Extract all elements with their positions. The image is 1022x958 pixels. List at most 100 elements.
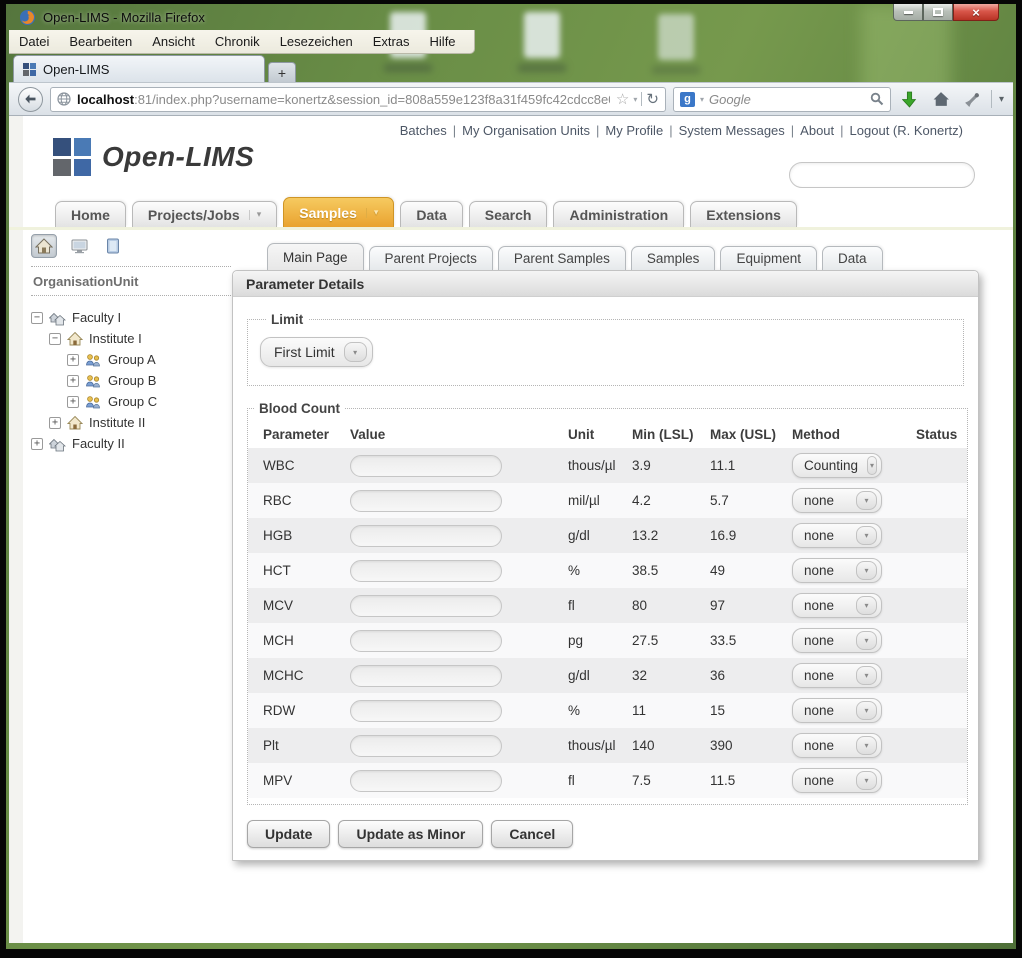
tab-parent-samples[interactable]: Parent Samples (498, 246, 626, 270)
chevron-down-icon[interactable]: ▾ (867, 456, 877, 475)
link-my-profile[interactable]: My Profile (605, 123, 663, 138)
bookmark-caret-icon[interactable]: ▾ (633, 95, 637, 104)
chevron-down-icon[interactable]: ▾ (249, 210, 262, 220)
limit-select[interactable]: First Limit ▾ (260, 337, 373, 367)
tree-item-group-c[interactable]: + Group C (67, 391, 231, 412)
browser-search-bar[interactable]: g ▾ (673, 87, 891, 112)
tab-main-page[interactable]: Main Page (267, 243, 364, 270)
site-search-input[interactable] (790, 163, 975, 187)
expand-toggle[interactable]: + (67, 396, 79, 408)
tree-item-group-b[interactable]: + Group B (67, 370, 231, 391)
menu-hilfe[interactable]: Hilfe (430, 34, 456, 49)
value-input-rdw[interactable] (350, 700, 502, 722)
browser-search-input[interactable] (709, 92, 865, 107)
value-input-wbc[interactable] (350, 455, 502, 477)
link-batches[interactable]: Batches (400, 123, 447, 138)
chevron-down-icon[interactable]: ▾ (366, 208, 379, 218)
collapse-toggle[interactable]: − (31, 312, 43, 324)
value-input-mchc[interactable] (350, 665, 502, 687)
value-input-mch[interactable] (350, 630, 502, 652)
method-select-mchc[interactable]: none▾ (792, 663, 882, 688)
chevron-down-icon[interactable]: ▾ (856, 561, 877, 580)
new-tab-button[interactable]: + (268, 62, 296, 82)
reload-icon[interactable]: ↻ (646, 90, 659, 108)
expand-toggle[interactable]: + (67, 354, 79, 366)
collapse-toggle[interactable]: − (49, 333, 61, 345)
link-about[interactable]: About (800, 123, 834, 138)
search-engine-caret-icon[interactable]: ▾ (700, 95, 704, 104)
minimize-button[interactable] (893, 4, 923, 21)
tab-projects-jobs[interactable]: Projects/Jobs▾ (132, 201, 277, 227)
method-select-hgb[interactable]: none▾ (792, 523, 882, 548)
value-input-plt[interactable] (350, 735, 502, 757)
link-logout[interactable]: Logout (R. Konertz) (850, 123, 963, 138)
bookmark-star-icon[interactable]: ☆ (616, 90, 629, 108)
home-view-button[interactable] (31, 234, 57, 258)
tab-extensions[interactable]: Extensions (690, 201, 797, 227)
method-select-mcv[interactable]: none▾ (792, 593, 882, 618)
update-as-minor-button[interactable]: Update as Minor (338, 820, 483, 848)
tab-data[interactable]: Data (400, 201, 462, 227)
tab-equipment[interactable]: Equipment (720, 246, 817, 270)
tree-item-institute-2[interactable]: + Institute II (49, 412, 231, 433)
downloads-icon[interactable] (898, 87, 922, 111)
tab-samples[interactable]: Samples▾ (283, 197, 394, 227)
expand-toggle[interactable]: + (67, 375, 79, 387)
home-icon[interactable] (929, 87, 953, 111)
tab-data[interactable]: Data (822, 246, 883, 270)
chevron-down-icon[interactable]: ▾ (856, 771, 877, 790)
tab-parent-projects[interactable]: Parent Projects (369, 246, 493, 270)
value-input-mpv[interactable] (350, 770, 502, 792)
cancel-button[interactable]: Cancel (491, 820, 573, 848)
update-button[interactable]: Update (247, 820, 330, 848)
chevron-down-icon[interactable]: ▾ (856, 631, 877, 650)
method-select-mch[interactable]: none▾ (792, 628, 882, 653)
expand-toggle[interactable]: + (31, 438, 43, 450)
close-button[interactable]: × (953, 4, 999, 21)
method-select-rbc[interactable]: none▾ (792, 488, 882, 513)
link-my-organisation-units[interactable]: My Organisation Units (462, 123, 590, 138)
method-select-wbc[interactable]: Counting▾ (792, 453, 882, 478)
browser-tab-open-lims[interactable]: Open-LIMS (13, 55, 265, 82)
value-input-hct[interactable] (350, 560, 502, 582)
maximize-button[interactable] (923, 4, 953, 21)
toolbar-overflow-caret-icon[interactable]: ▾ (999, 94, 1004, 105)
desktop-view-button[interactable] (68, 236, 92, 257)
method-select-hct[interactable]: none▾ (792, 558, 882, 583)
globe-icon (57, 92, 71, 106)
back-button[interactable] (18, 87, 43, 112)
method-select-rdw[interactable]: none▾ (792, 698, 882, 723)
tab-search[interactable]: Search (469, 201, 548, 227)
tree-item-faculty-1[interactable]: − Faculty I (31, 307, 231, 328)
menu-chronik[interactable]: Chronik (215, 34, 260, 49)
value-input-mcv[interactable] (350, 595, 502, 617)
tab-administration[interactable]: Administration (553, 201, 684, 227)
menu-ansicht[interactable]: Ansicht (152, 34, 195, 49)
menu-datei[interactable]: Datei (19, 34, 49, 49)
chevron-down-icon[interactable]: ▾ (856, 666, 877, 685)
tree-item-institute-1[interactable]: − Institute I (49, 328, 231, 349)
chevron-down-icon[interactable]: ▾ (856, 701, 877, 720)
method-select-mpv[interactable]: none▾ (792, 768, 882, 793)
search-icon[interactable] (870, 92, 884, 106)
menu-extras[interactable]: Extras (373, 34, 410, 49)
method-select-plt[interactable]: none▾ (792, 733, 882, 758)
url-bar[interactable]: localhost:81/index.php?username=konertz&… (50, 87, 666, 112)
menu-bearbeiten[interactable]: Bearbeiten (69, 34, 132, 49)
value-input-rbc[interactable] (350, 490, 502, 512)
chevron-down-icon[interactable]: ▾ (856, 736, 877, 755)
link-system-messages[interactable]: System Messages (679, 123, 785, 138)
tab-home[interactable]: Home (55, 201, 126, 227)
chevron-down-icon[interactable]: ▾ (856, 526, 877, 545)
value-input-hgb[interactable] (350, 525, 502, 547)
chevron-down-icon[interactable]: ▾ (856, 596, 877, 615)
tree-item-group-a[interactable]: + Group A (67, 349, 231, 370)
menu-lesezeichen[interactable]: Lesezeichen (280, 34, 353, 49)
plugin-icon[interactable] (960, 87, 984, 111)
expand-toggle[interactable]: + (49, 417, 61, 429)
tab-samples[interactable]: Samples (631, 246, 716, 270)
chevron-down-icon[interactable]: ▾ (344, 342, 367, 362)
notes-view-button[interactable] (103, 235, 123, 257)
tree-item-faculty-2[interactable]: + Faculty II (31, 433, 231, 454)
chevron-down-icon[interactable]: ▾ (856, 491, 877, 510)
